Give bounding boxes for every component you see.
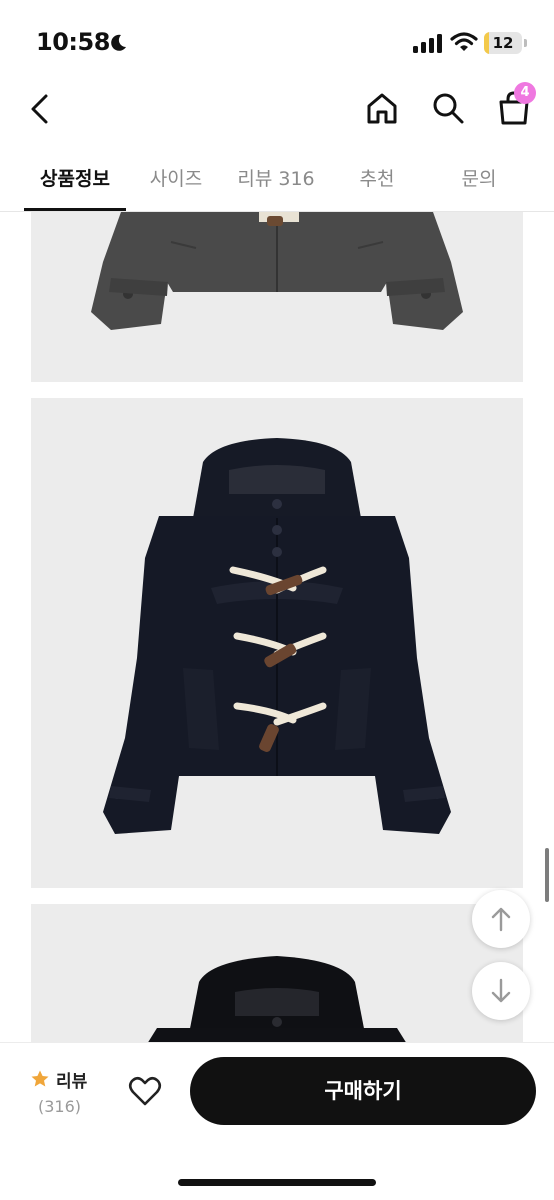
bottom-action-bar: 리뷰 (316) 구매하기 (0, 1042, 554, 1200)
search-button[interactable] (428, 88, 468, 128)
tab-inquiry[interactable]: 문의 (444, 164, 514, 194)
buy-button[interactable]: 구매하기 (190, 1057, 536, 1125)
heart-icon (128, 1076, 162, 1106)
review-count[interactable]: (316) (38, 1097, 81, 1116)
back-button[interactable] (24, 90, 60, 130)
chevron-left-icon (31, 94, 48, 124)
tab-bar: 상품정보 사이즈 리뷰 316 추천 문의 (0, 144, 554, 212)
moon-icon (111, 34, 126, 51)
like-button[interactable] (126, 1073, 164, 1109)
status-time: 10:58 (36, 28, 110, 56)
battery-percent: 12 (492, 34, 514, 52)
product-detail-content (0, 212, 554, 1042)
arrow-up-icon (491, 907, 511, 932)
cart-count-badge: 4 (514, 82, 536, 104)
scroll-up-button[interactable] (472, 890, 530, 948)
scroll-indicator[interactable] (545, 848, 549, 902)
home-indicator (178, 1179, 376, 1186)
scroll-down-button[interactable] (472, 962, 530, 1020)
home-icon (367, 93, 397, 124)
search-icon (433, 93, 464, 124)
battery-indicator: 12 (484, 32, 527, 54)
tab-size[interactable]: 사이즈 (136, 164, 216, 194)
cellular-signal-icon (413, 34, 442, 53)
review-label[interactable]: 리뷰 (56, 1067, 87, 1092)
tab-product-info[interactable]: 상품정보 (24, 164, 126, 194)
product-image-black-coat (31, 904, 523, 1042)
arrow-down-icon (491, 978, 511, 1003)
wifi-icon (450, 32, 478, 51)
tab-review[interactable]: 리뷰 316 (228, 164, 324, 194)
nav-header: 4 (0, 78, 554, 144)
status-bar: 10:58 12 (0, 0, 554, 78)
star-icon (31, 1070, 49, 1087)
product-image-grey-coat (31, 212, 523, 382)
home-button[interactable] (362, 88, 402, 128)
active-tab-indicator (24, 208, 126, 211)
tab-recommend[interactable]: 추천 (342, 164, 412, 194)
cart-button[interactable]: 4 (494, 82, 536, 128)
product-image-navy-coat (31, 398, 523, 888)
